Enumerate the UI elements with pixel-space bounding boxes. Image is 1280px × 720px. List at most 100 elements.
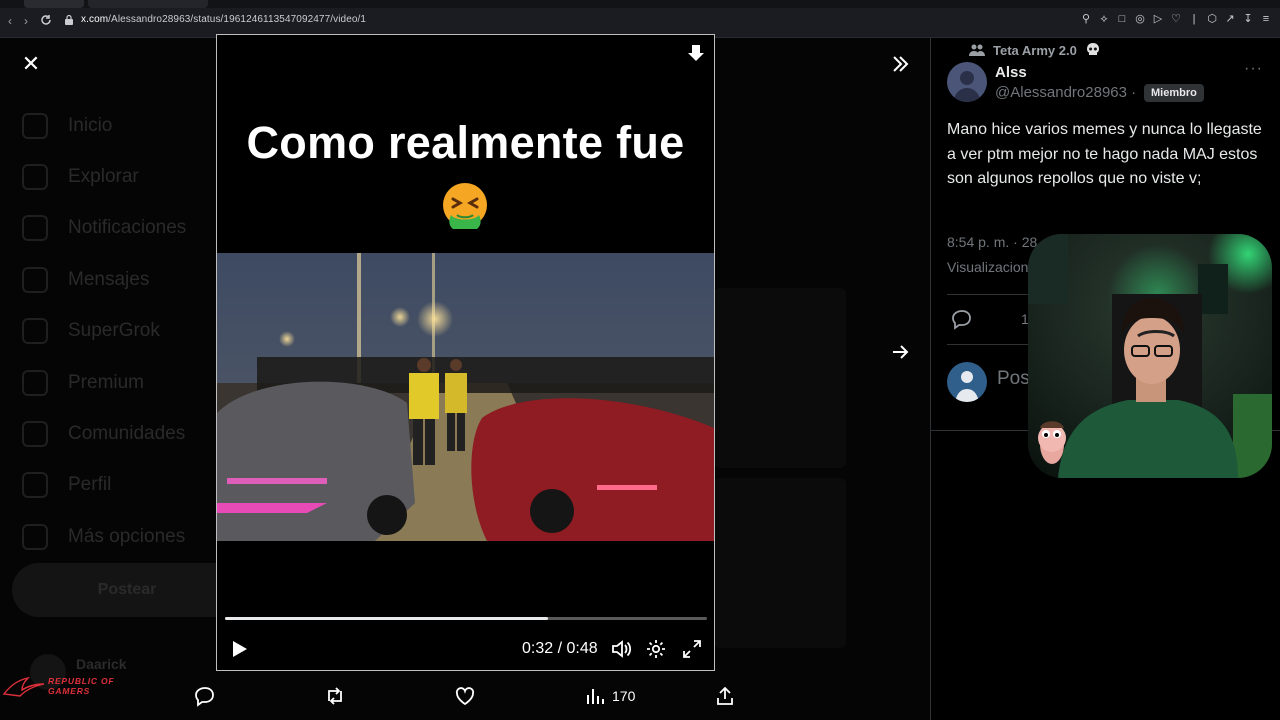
collapse-panel-button[interactable] xyxy=(886,50,914,78)
like-button[interactable] xyxy=(454,684,476,708)
home-icon xyxy=(22,112,48,139)
progress-fill xyxy=(225,617,548,620)
share-icon xyxy=(717,686,733,705)
people-icon xyxy=(969,44,985,56)
download-icon[interactable]: ↧ xyxy=(1242,12,1254,26)
nauseated-face-icon xyxy=(443,183,487,229)
play-icon[interactable] xyxy=(229,639,249,659)
x-logo-icon xyxy=(22,369,48,396)
retweet-icon xyxy=(328,687,342,705)
bookmark-icon[interactable]: □ xyxy=(1116,12,1128,26)
url-host: x.com xyxy=(81,14,109,25)
heart-icon xyxy=(455,687,475,706)
more-icon xyxy=(22,523,48,550)
play-icon[interactable]: ▷ xyxy=(1152,12,1164,26)
post-button: Postear xyxy=(12,563,242,617)
video-player[interactable]: Como realmente fue 0:32 / 0:48 xyxy=(216,34,715,671)
video-frame-image xyxy=(217,253,714,541)
rog-text: REPUBLIC OF GAMERS xyxy=(48,676,114,696)
shield-icon[interactable]: ◎ xyxy=(1134,12,1146,26)
reload-icon[interactable] xyxy=(40,14,52,26)
rog-line-1: REPUBLIC OF xyxy=(48,676,115,686)
next-media-button[interactable] xyxy=(886,338,914,366)
volume-icon[interactable] xyxy=(610,638,632,660)
reply-button[interactable] xyxy=(194,684,216,708)
background-side-nav: Inicio Explorar Notificaciones Mensajes … xyxy=(22,100,222,563)
tweet-action-bar: 170 xyxy=(186,680,746,714)
person-icon xyxy=(22,472,48,499)
author-handle[interactable]: @Alessandro28963 · xyxy=(995,84,1136,101)
nav-item-communities: Comunidades xyxy=(22,408,222,459)
nav-item-explore: Explorar xyxy=(22,151,222,202)
browser-tab[interactable] xyxy=(24,0,84,8)
close-button[interactable]: ✕ xyxy=(17,50,45,78)
nav-label: Perfil xyxy=(68,474,112,496)
browser-extensions: ⚲ ⟡ □ ◎ ▷ ♡ | ⬡ ↗ ↧ ≡ xyxy=(1080,12,1272,26)
reply-icon xyxy=(195,687,214,707)
url-path: /Alessandro28963/status/1961246113547092… xyxy=(108,14,367,25)
nav-label: Explorar xyxy=(68,166,139,188)
browser-tab-active[interactable] xyxy=(88,0,208,8)
nav-label: Comunidades xyxy=(68,423,186,445)
bell-icon xyxy=(22,215,48,242)
webcam-overlay xyxy=(1028,234,1272,478)
pin-icon[interactable]: ⟡ xyxy=(1098,12,1110,26)
retweet-button[interactable] xyxy=(324,684,346,708)
zoom-icon[interactable]: ⚲ xyxy=(1080,12,1092,26)
nav-label: Mensajes xyxy=(68,268,150,290)
views-icon xyxy=(587,689,604,704)
nav-label: Inicio xyxy=(68,114,113,136)
browser-tabstrip xyxy=(0,0,1280,8)
menu-icon[interactable]: ≡ xyxy=(1260,12,1272,26)
back-icon[interactable]: ‹ xyxy=(8,14,12,28)
nav-label: Más opciones xyxy=(68,525,186,547)
nav-item-notifications: Notificaciones xyxy=(22,203,222,254)
nav-item-premium: Premium xyxy=(22,357,222,408)
nav-item-home: Inicio xyxy=(22,100,222,151)
views-button[interactable]: 170 xyxy=(584,684,635,708)
mail-icon xyxy=(22,266,48,293)
heart-icon[interactable]: ♡ xyxy=(1170,12,1182,26)
author-name[interactable]: Alss xyxy=(995,64,1027,81)
share-button[interactable] xyxy=(714,684,736,708)
nav-label: SuperGrok xyxy=(68,320,160,342)
nav-item-messages: Mensajes xyxy=(22,254,222,305)
search-icon xyxy=(22,164,48,191)
member-badge: Miembro xyxy=(1144,84,1204,102)
video-caption: Como realmente fue xyxy=(246,117,685,168)
nav-item-supergrok: SuperGrok xyxy=(22,306,222,357)
user-name: Daarick xyxy=(76,656,127,672)
community-name: Teta Army 2.0 xyxy=(993,42,1077,58)
extension-icon[interactable]: ⬡ xyxy=(1206,12,1218,26)
progress-bar[interactable] xyxy=(225,617,707,620)
address-bar[interactable]: x.com/Alessandro28963/status/19612461135… xyxy=(81,14,366,25)
tweet-text: Mano hice varios memes y nunca lo llegas… xyxy=(947,121,1262,187)
nav-label: Notificaciones xyxy=(68,217,187,239)
reply-icon[interactable] xyxy=(951,308,973,330)
divider-icon: | xyxy=(1192,13,1196,25)
browser-toolbar: ‹ › x.com/Alessandro28963/status/1961246… xyxy=(0,0,1280,38)
background-content xyxy=(714,38,854,720)
more-options-button[interactable]: ··· xyxy=(1244,61,1264,80)
background-media xyxy=(714,478,846,648)
download-icon[interactable] xyxy=(688,45,704,63)
nav-item-more: Más opciones xyxy=(22,511,222,562)
fullscreen-icon[interactable] xyxy=(681,638,703,660)
community-label[interactable]: Teta Army 2.0 xyxy=(969,42,1101,58)
grok-icon xyxy=(22,318,48,345)
views-count: 170 xyxy=(612,688,636,704)
time-display: 0:32 / 0:48 xyxy=(522,640,598,657)
skull-icon xyxy=(1086,43,1099,55)
author-avatar[interactable] xyxy=(947,62,987,102)
tweet-views-label: Visualizacion xyxy=(947,259,1029,275)
nav-item-profile: Perfil xyxy=(22,460,222,511)
background-media xyxy=(714,288,846,468)
forward-icon[interactable]: › xyxy=(24,14,28,28)
people-icon xyxy=(22,421,48,448)
share-icon[interactable]: ↗ xyxy=(1224,12,1236,26)
tweet-timestamp[interactable]: 8:54 p. m. · 28 xyxy=(947,234,1037,250)
my-avatar xyxy=(947,362,987,402)
nav-label: Premium xyxy=(68,371,145,393)
settings-icon[interactable] xyxy=(645,638,667,660)
lock-icon xyxy=(65,14,73,25)
